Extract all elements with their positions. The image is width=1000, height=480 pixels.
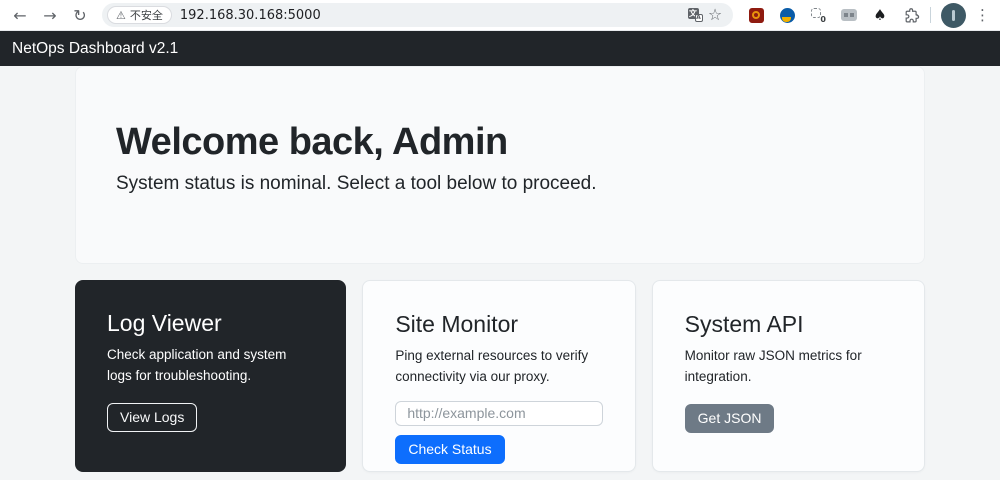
browser-menu-icon[interactable]: ⋮ (975, 8, 990, 23)
card-site-monitor-description: Ping external resources to verify connec… (395, 346, 602, 388)
welcome-hero: Welcome back, Admin System status is nom… (75, 66, 925, 264)
extension-red-icon[interactable] (747, 6, 765, 24)
profile-avatar[interactable] (941, 3, 966, 28)
card-log-viewer-title: Log Viewer (107, 310, 314, 337)
view-logs-button[interactable]: View Logs (107, 403, 197, 432)
browser-toolbar: ← → ↻ ⚠ 不安全 192.168.30.168:5000 文 A ☆ 0 (0, 0, 1000, 31)
site-security-chip[interactable]: ⚠ 不安全 (107, 6, 172, 24)
page-title: Welcome back, Admin (116, 121, 884, 164)
extension-badge: 0 (820, 16, 826, 24)
navbar-brand[interactable]: NetOps Dashboard v2.1 (12, 40, 178, 58)
toolbar-divider (930, 7, 931, 23)
extension-robot-icon[interactable] (840, 6, 858, 24)
card-system-api-title: System API (685, 311, 892, 338)
check-status-button[interactable]: Check Status (395, 435, 504, 464)
translate-sub-glyph: A (695, 14, 703, 22)
extensions-row: 0 ♠ (747, 6, 920, 24)
forward-icon[interactable]: → (38, 3, 62, 27)
get-json-button[interactable]: Get JSON (685, 404, 775, 433)
bookmark-star-icon[interactable]: ☆ (705, 5, 725, 25)
card-system-api: System API Monitor raw JSON metrics for … (652, 280, 925, 472)
extensions-puzzle-icon[interactable] (902, 6, 920, 24)
app-navbar: NetOps Dashboard v2.1 (0, 31, 1000, 66)
translate-icon[interactable]: 文 A (685, 5, 705, 25)
reload-icon[interactable]: ↻ (68, 3, 92, 27)
card-log-viewer-description: Check application and system logs for tr… (107, 345, 314, 387)
tool-cards-row: Log Viewer Check application and system … (75, 280, 925, 472)
warning-icon: ⚠ (116, 10, 126, 21)
page-subtitle: System status is nominal. Select a tool … (116, 173, 884, 195)
card-site-monitor-title: Site Monitor (395, 311, 602, 338)
extension-spade-icon[interactable]: ♠ (871, 6, 889, 24)
puzzle-glyph (903, 7, 920, 24)
security-chip-label: 不安全 (130, 7, 163, 23)
page-body: Welcome back, Admin System status is nom… (0, 66, 1000, 480)
address-bar[interactable]: ⚠ 不安全 192.168.30.168:5000 文 A ☆ (102, 3, 733, 27)
card-log-viewer: Log Viewer Check application and system … (75, 280, 346, 472)
back-icon[interactable]: ← (8, 3, 32, 27)
extension-counter-icon[interactable]: 0 (809, 6, 827, 24)
card-system-api-description: Monitor raw JSON metrics for integration… (685, 346, 892, 388)
card-site-monitor: Site Monitor Ping external resources to … (362, 280, 635, 472)
site-url-input[interactable] (395, 401, 602, 426)
extension-blue-icon[interactable] (778, 6, 796, 24)
url-text[interactable]: 192.168.30.168:5000 (180, 8, 685, 23)
